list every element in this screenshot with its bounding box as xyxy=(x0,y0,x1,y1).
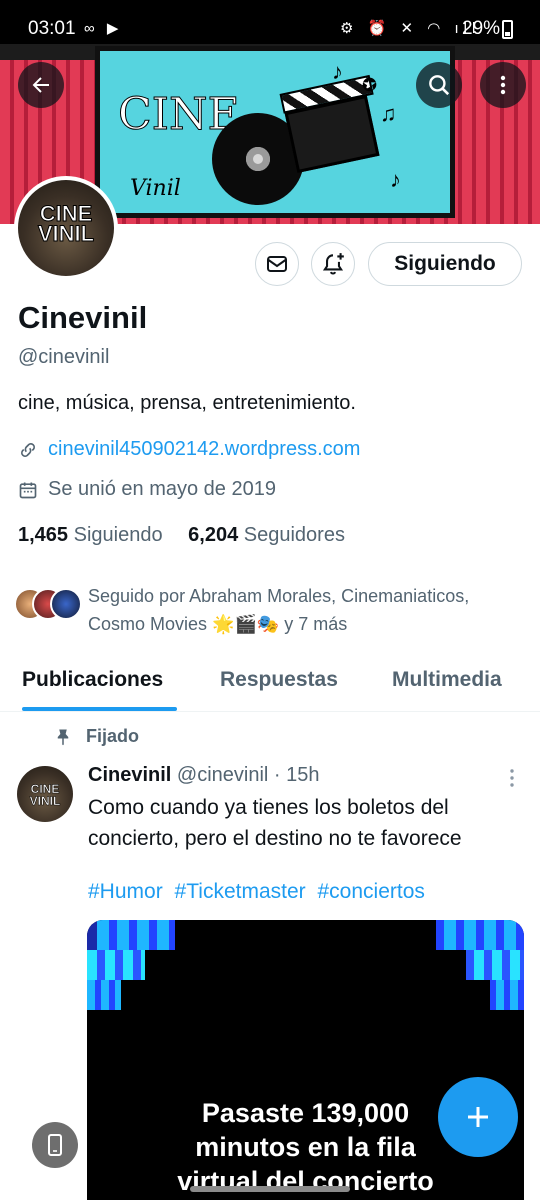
follow-counts: 1,465 Siguiendo 6,204 Seguidores xyxy=(18,524,345,547)
profile-name: Cinevinil xyxy=(18,300,148,335)
tab-multimedia[interactable]: Multimedia xyxy=(392,668,502,692)
arrow-left-icon xyxy=(32,77,49,93)
back-button[interactable] xyxy=(18,62,64,108)
hashtag-link[interactable]: #Humor xyxy=(88,880,163,903)
followers-count-link[interactable]: 6,204 Seguidores xyxy=(188,524,345,546)
followers-label: Seguidores xyxy=(243,524,345,546)
following-button[interactable]: Siguiendo xyxy=(368,242,522,286)
system-icons: ⚙ ⏰ ✕ ◠ ıll xyxy=(340,20,481,37)
message-button[interactable] xyxy=(255,242,299,286)
status-bar: 03:01 ∞ ▶ ⚙ ⏰ ✕ ◠ ıll 29% xyxy=(0,0,540,44)
profile-tabs: Publicaciones Respuestas Multimedia xyxy=(0,652,540,712)
media-text-line3: virtual del concierto xyxy=(177,1166,434,1196)
active-tab-indicator xyxy=(22,707,177,711)
profile-website-row: cinevinil450902142.wordpress.com xyxy=(18,438,360,461)
banner-artwork: CINE Vinil ♪ ♫ ♪ ✪ xyxy=(95,46,455,218)
avatar-text-line2: VINIL xyxy=(37,221,95,246)
pin-icon xyxy=(57,729,69,745)
hashtag-link[interactable]: #conciertos xyxy=(317,880,424,903)
hashtag-link[interactable]: #Ticketmaster xyxy=(175,880,306,903)
compose-post-button[interactable] xyxy=(438,1077,518,1157)
music-note-icon: ♪ xyxy=(390,167,401,192)
bell-plus-icon xyxy=(322,253,344,275)
search-icon xyxy=(429,75,450,96)
post-header: Cinevinil @cinevinil · 15h xyxy=(88,764,320,787)
post-hashtags: #Humor #Ticketmaster #conciertos xyxy=(88,880,431,904)
screen-rotation-button[interactable] xyxy=(32,1122,78,1168)
following-label: Siguiendo xyxy=(73,524,163,546)
calendar-icon xyxy=(19,482,37,498)
more-vertical-icon xyxy=(500,75,506,95)
banner-logo-script: Vinil xyxy=(130,176,181,201)
followers-count: 6,204 xyxy=(188,524,239,546)
clapperboard-icon xyxy=(284,94,380,174)
star-icon: ✪ xyxy=(362,75,378,95)
more-vertical-icon xyxy=(510,769,514,787)
pinned-label: Fijado xyxy=(86,726,139,746)
following-count-link[interactable]: 1,465 Siguiendo xyxy=(18,524,163,546)
profile-website-link[interactable]: cinevinil450902142.wordpress.com xyxy=(48,438,360,461)
post-media-image[interactable]: Pasaste 139,000 minutos en la fila virtu… xyxy=(87,920,524,1200)
post-handle-time: @cinevinil · 15h xyxy=(176,764,320,786)
tab-respuestas[interactable]: Respuestas xyxy=(220,668,338,692)
post-author-name[interactable]: Cinevinil xyxy=(88,764,171,786)
profile-avatar[interactable]: CINE VINIL xyxy=(14,176,118,280)
followed-by-line1: Seguido por Abraham Morales, Cinemaniati… xyxy=(88,586,470,606)
battery-icon xyxy=(502,20,513,39)
followed-by-section[interactable]: Seguido por Abraham Morales, Cinemaniati… xyxy=(14,582,534,634)
mail-icon xyxy=(267,256,287,272)
music-note-icon: ♪ xyxy=(332,59,343,84)
follower-avatar xyxy=(50,588,82,620)
post-text: Como cuando ya tienes los boletos del co… xyxy=(88,796,462,850)
phone-icon xyxy=(48,1134,62,1156)
notification-icons: ∞ ▶ xyxy=(84,20,123,37)
followed-by-text: Seguido por Abraham Morales, Cinemaniati… xyxy=(88,582,469,638)
following-count: 1,465 xyxy=(18,524,69,546)
post-author-avatar[interactable]: CINE VINIL xyxy=(17,766,73,822)
followed-by-line2: Cosmo Movies 🌟🎬🎭 y 7 más xyxy=(88,614,348,634)
status-time: 03:01 xyxy=(28,18,76,39)
pinned-label-row: Fijado xyxy=(54,726,139,747)
post-avatar-text-line2: VINIL xyxy=(29,794,61,808)
music-note-icon: ♫ xyxy=(380,101,397,126)
plus-icon xyxy=(468,1107,488,1127)
battery-percent: 29% xyxy=(462,18,501,39)
notifications-button[interactable] xyxy=(311,242,355,286)
profile-joined-date: Se unió en mayo de 2019 xyxy=(48,478,276,500)
profile-handle: @cinevinil xyxy=(18,346,110,368)
search-button[interactable] xyxy=(416,62,462,108)
more-options-button[interactable] xyxy=(480,62,526,108)
profile-bio: cine, música, prensa, entretenimiento. xyxy=(18,392,356,414)
post-more-button[interactable] xyxy=(508,768,516,793)
link-icon xyxy=(21,442,35,457)
home-indicator[interactable] xyxy=(190,1186,350,1192)
profile-joined-row: Se unió en mayo de 2019 xyxy=(18,478,276,501)
tab-publicaciones[interactable]: Publicaciones xyxy=(22,668,163,692)
